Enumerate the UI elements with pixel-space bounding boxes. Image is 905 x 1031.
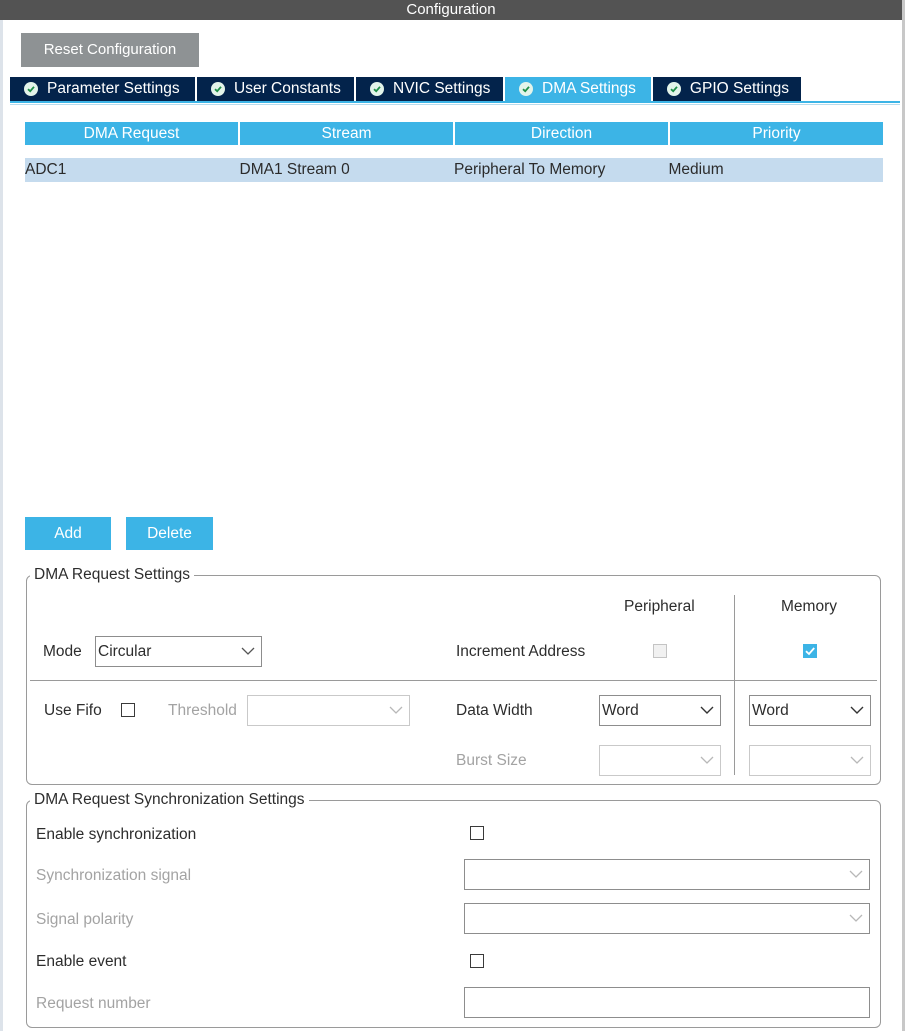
signal-polarity-select[interactable]: [464, 903, 870, 934]
check-icon: [805, 647, 815, 656]
burst-size-peripheral-select[interactable]: [599, 745, 721, 776]
tab-dma-settings[interactable]: DMA Settings: [505, 77, 651, 101]
reset-configuration-button[interactable]: Reset Configuration: [21, 33, 199, 67]
enable-synchronization-checkbox[interactable]: [470, 826, 484, 840]
chevron-down-icon: [389, 706, 403, 714]
tab-divider: [10, 104, 900, 105]
tab-parameter-settings[interactable]: Parameter Settings: [10, 77, 195, 101]
chevron-down-icon: [700, 706, 714, 714]
cell-stream[interactable]: DMA1 Stream 0: [240, 158, 453, 182]
data-width-peripheral-value: Word: [602, 702, 639, 719]
dma-request-settings-legend: DMA Request Settings: [30, 566, 194, 584]
mode-label: Mode: [43, 643, 82, 660]
request-number-field[interactable]: [464, 987, 870, 1018]
cell-dma-request: ADC1: [25, 161, 67, 178]
tab-gpio-settings[interactable]: GPIO Settings: [653, 77, 801, 101]
add-button[interactable]: Add: [25, 517, 111, 550]
settings-divider: [30, 680, 877, 681]
column-divider: [734, 595, 735, 775]
synchronization-signal-label: Synchronization signal: [36, 867, 192, 884]
tab-label: GPIO Settings: [689, 80, 789, 97]
mode-value: Circular: [98, 643, 152, 660]
check-icon: [667, 82, 681, 96]
increment-address-label: Increment Address: [456, 643, 586, 660]
burst-size-label: Burst Size: [456, 752, 527, 769]
peripheral-header: Peripheral: [624, 598, 695, 615]
synchronization-signal-select[interactable]: [464, 859, 870, 890]
check-icon: [24, 82, 38, 96]
chevron-down-icon: [849, 914, 863, 922]
delete-button[interactable]: Delete: [126, 517, 213, 550]
tab-label: User Constants: [234, 80, 341, 97]
enable-event-label: Enable event: [36, 953, 127, 970]
data-width-memory-select[interactable]: Word: [749, 695, 871, 726]
chevron-down-icon: [850, 756, 864, 764]
request-number-label: Request number: [36, 995, 151, 1012]
chevron-down-icon: [241, 647, 255, 655]
memory-header: Memory: [781, 598, 837, 615]
tab-label: Parameter Settings: [47, 80, 180, 97]
panel-left-edge: [0, 20, 3, 1031]
use-fifo-checkbox[interactable]: [121, 703, 135, 717]
dma-sync-settings-legend: DMA Request Synchronization Settings: [30, 791, 309, 809]
dma-request-table: DMA Request Stream Direction Priority AD…: [25, 122, 883, 182]
tab-label: DMA Settings: [542, 80, 636, 97]
check-icon: [519, 82, 533, 96]
chevron-down-icon: [849, 870, 863, 878]
check-icon: [211, 82, 225, 96]
column-header-direction[interactable]: Direction: [455, 122, 668, 145]
enable-event-checkbox[interactable]: [470, 954, 484, 968]
column-header-priority[interactable]: Priority: [670, 122, 883, 145]
window-title: Configuration: [0, 0, 902, 20]
increment-peripheral-checkbox[interactable]: [653, 644, 667, 658]
threshold-select[interactable]: [247, 695, 410, 726]
burst-size-memory-select[interactable]: [749, 745, 871, 776]
chevron-down-icon: [850, 706, 864, 714]
tab-user-constants[interactable]: User Constants: [197, 77, 354, 101]
settings-tab-bar: Parameter Settings User Constants NVIC S…: [10, 77, 803, 101]
data-width-memory-value: Word: [752, 702, 789, 719]
threshold-label: Threshold: [168, 702, 237, 719]
mode-select[interactable]: Circular: [95, 636, 262, 667]
column-header-dma-request[interactable]: DMA Request: [25, 122, 238, 145]
enable-synchronization-label: Enable synchronization: [36, 826, 197, 843]
check-icon: [370, 82, 384, 96]
tab-nvic-settings[interactable]: NVIC Settings: [356, 77, 503, 101]
table-row[interactable]: ADC1 DMA1 Stream 0 Peripheral To Memory …: [25, 158, 883, 182]
tab-label: NVIC Settings: [393, 80, 491, 97]
use-fifo-label: Use Fifo: [44, 702, 102, 719]
increment-memory-checkbox[interactable]: [803, 644, 817, 658]
cell-priority[interactable]: Medium: [669, 158, 882, 182]
column-header-stream[interactable]: Stream: [240, 122, 453, 145]
data-width-label: Data Width: [456, 702, 533, 719]
table-header: DMA Request Stream Direction Priority: [25, 122, 883, 145]
tab-underline: [10, 101, 900, 103]
signal-polarity-label: Signal polarity: [36, 911, 134, 928]
cell-direction[interactable]: Peripheral To Memory: [454, 158, 667, 182]
data-width-peripheral-select[interactable]: Word: [599, 695, 721, 726]
chevron-down-icon: [700, 756, 714, 764]
